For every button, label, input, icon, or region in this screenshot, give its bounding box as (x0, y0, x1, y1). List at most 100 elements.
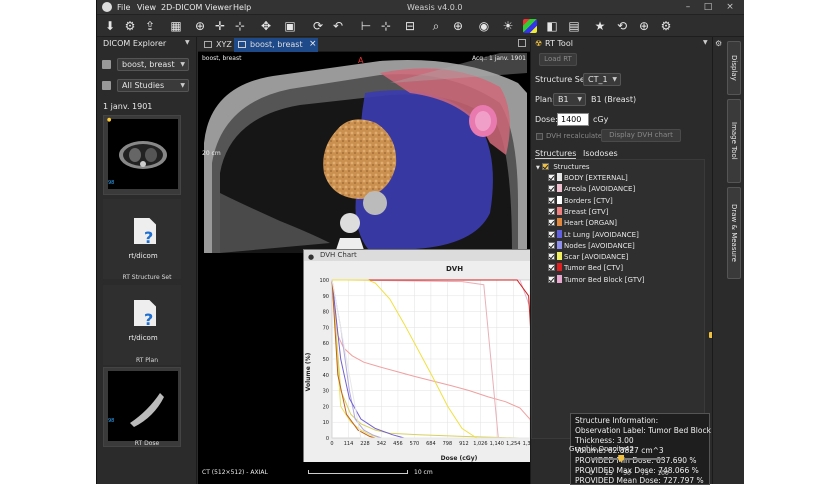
window-level-icon[interactable]: ✥ (259, 19, 273, 33)
tree-expand-icon[interactable]: ▼ (536, 165, 540, 171)
patient-select[interactable]: boost, breast ▼ (117, 58, 189, 71)
structure-row[interactable]: BODY [EXTERNAL] (548, 173, 628, 184)
dvh-x-tick: 0 (330, 441, 333, 447)
rotate-icon[interactable]: ⟳ (311, 19, 325, 33)
sync-icon[interactable]: ⊕ (193, 19, 207, 33)
sidebar-tab-display[interactable]: Display (727, 41, 741, 95)
sidebar-tab-draw-measure[interactable]: Draw & Measure (727, 187, 741, 279)
explorer-title: DICOM Explorer (103, 39, 167, 48)
zoom-in-icon[interactable]: ⊕ (451, 19, 465, 33)
structure-row[interactable]: Areola [AVOIDANCE] (548, 184, 635, 195)
structure-row[interactable]: Tumor Bed Block [GTV] (548, 274, 645, 286)
series-thumb-rtstruct[interactable]: ? rt/dicom (103, 199, 181, 279)
right-sidebar: ⚙ Display Image Tool Draw & Measure (712, 37, 744, 484)
load-rt-button[interactable]: Load RT (539, 53, 577, 66)
series-thumb-rtdose[interactable]: 98 (103, 367, 181, 447)
structure-row[interactable]: Nodes [AVOIDANCE] (548, 240, 635, 252)
structure-checkbox[interactable] (548, 207, 555, 215)
window-title: Weasis v4.0.0 (407, 3, 463, 12)
import-dicom-icon[interactable]: ⬇ (103, 19, 117, 33)
structure-row[interactable]: Lt Lung [AVOIDANCE] (548, 229, 639, 241)
series-label-rtstruct: RT Structure Set (122, 274, 172, 281)
layout-icon[interactable]: ▦ (169, 19, 183, 33)
filter-icon[interactable]: ▤ (567, 19, 581, 33)
studies-select[interactable]: All Studies ▼ (117, 79, 189, 92)
close-window-icon[interactable]: × (725, 2, 735, 12)
dvh-y-tick: 70 (323, 325, 329, 331)
structure-checkbox[interactable] (548, 196, 555, 204)
maximize-icon[interactable]: □ (703, 2, 713, 12)
rt-tool-menu-icon[interactable]: ▼ (703, 39, 708, 46)
structure-color-swatch (557, 274, 562, 283)
export-icon[interactable]: ⇪ (143, 19, 157, 33)
structure-row[interactable]: Scar [AVOIDANCE] (548, 252, 628, 263)
sidebar-settings-icon[interactable]: ⚙ (715, 39, 722, 48)
ct-thumbnail-graphic (119, 141, 167, 169)
structure-set-select[interactable]: CT_1 ▼ (583, 73, 621, 86)
target-icon[interactable]: ◉ (477, 19, 491, 33)
tab-isodoses[interactable]: Isodoses (583, 149, 618, 158)
undo-icon[interactable]: ↶ (331, 19, 345, 33)
dvh-x-tick: 114 (344, 441, 354, 447)
tree-root-checkbox[interactable] (542, 163, 550, 170)
structure-checkbox[interactable] (548, 185, 555, 193)
structure-row[interactable]: Heart [ORGAN] (548, 218, 617, 229)
structure-checkbox[interactable] (548, 241, 555, 249)
brightness-icon[interactable]: ☀ (501, 19, 515, 33)
cross-icon[interactable]: ⊹ (379, 19, 393, 33)
display-dvh-button[interactable]: Display DVH chart (601, 129, 681, 142)
structure-color-swatch (557, 240, 562, 249)
series-thumb-ct[interactable]: 98 ● (103, 115, 181, 195)
series-thumb-rtplan[interactable]: ? rt/dicom (103, 285, 181, 365)
structure-checkbox[interactable] (548, 174, 555, 181)
menu-2d-viewer[interactable]: 2D-DICOM Viewer (161, 3, 232, 12)
dvh-recalc-label: DVH recalculate (546, 132, 603, 140)
tree-root[interactable]: ▼ Structures (536, 162, 590, 173)
opacity-slider[interactable] (591, 455, 663, 462)
zoom-icon[interactable]: ▣ (283, 19, 297, 33)
structure-color-swatch (557, 218, 562, 227)
menu-file[interactable]: File (117, 3, 130, 12)
structure-checkbox[interactable] (548, 230, 555, 238)
explorer-menu-icon[interactable]: ▼ (185, 39, 190, 46)
tab-boost-breast[interactable]: boost, breast × (234, 38, 318, 52)
reset-icon[interactable]: ⟲ (615, 19, 629, 33)
structure-checkbox[interactable] (548, 253, 555, 261)
structure-checkbox[interactable] (548, 219, 555, 227)
sidebar-tab-image-tool[interactable]: Image Tool (727, 99, 741, 183)
menu-view[interactable]: View (137, 3, 156, 12)
patient-select-value: boost, breast (122, 60, 175, 69)
measure-icon[interactable]: ⊹ (233, 19, 247, 33)
tab-close-icon[interactable]: × (309, 38, 317, 51)
search-icon[interactable]: ⌕ (429, 19, 443, 33)
menu-help[interactable]: Help (233, 3, 251, 12)
plan-select[interactable]: B1 ▼ (553, 93, 586, 106)
star-icon[interactable]: ★ (593, 19, 607, 33)
dvh-y-tick: 80 (323, 310, 329, 316)
cine-icon[interactable]: ⊕ (637, 19, 651, 33)
viewer-menu-icon[interactable] (518, 39, 526, 47)
structure-checkbox[interactable] (548, 275, 555, 283)
minimize-icon[interactable]: – (683, 2, 693, 12)
tab-xyz[interactable]: XYZ (200, 38, 234, 52)
lut-icon[interactable] (523, 19, 537, 33)
structure-color-swatch (557, 195, 562, 204)
structure-checkbox[interactable] (548, 264, 555, 272)
dvh-y-tick: 40 (323, 373, 329, 379)
link-icon[interactable]: ⊟ (403, 19, 417, 33)
rt-tool-panel: ☢ RT Tool ▼ Load RT Structure Set: CT_1 ▼… (530, 37, 714, 485)
overlay-patient: boost, breast (202, 55, 242, 62)
pointer-icon[interactable]: ✛ (213, 19, 227, 33)
structure-row[interactable]: Breast [GTV] (548, 206, 608, 218)
dvh-x-tick: 228 (360, 441, 370, 447)
structure-row[interactable]: Borders [CTV] (548, 195, 613, 207)
draw-icon[interactable]: ⊢ (359, 19, 373, 33)
tab-structures[interactable]: Structures (535, 149, 577, 159)
structure-row[interactable]: Tumor Bed [CTV] (548, 263, 623, 274)
import-local-icon[interactable]: ⚙ (123, 19, 137, 33)
dose-input[interactable]: 1400 (557, 113, 589, 126)
settings-icon[interactable]: ⚙ (659, 19, 673, 33)
dvh-recalc-checkbox[interactable] (536, 133, 543, 140)
series-label-rtdose: RT Dose (134, 440, 160, 447)
invert-icon[interactable]: ◧ (545, 19, 559, 33)
